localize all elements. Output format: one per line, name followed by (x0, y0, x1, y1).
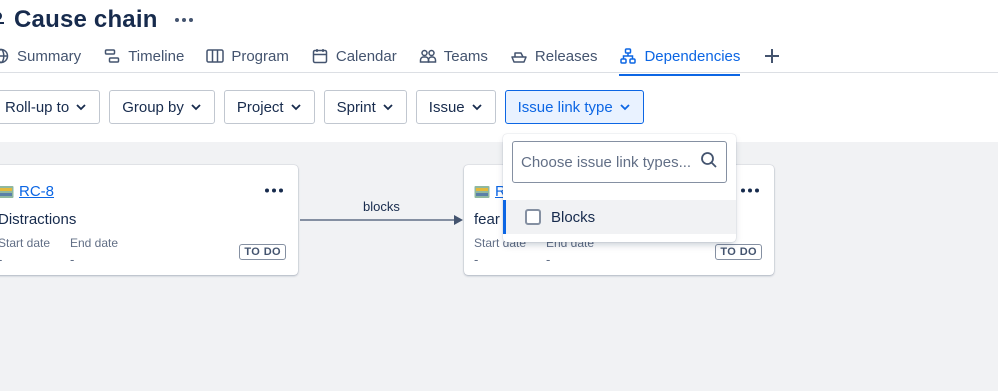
timeline-icon (103, 47, 121, 65)
chevron-down-icon (619, 101, 631, 113)
issue-key: RC-8 (0, 183, 54, 200)
issue-summary: Distractions (0, 211, 77, 228)
issue-key-link[interactable]: RC-8 (19, 183, 54, 200)
tab-program[interactable]: Program (206, 40, 289, 72)
chevron-down-icon (382, 101, 394, 113)
start-date-label: Start date (0, 236, 51, 250)
filter-label: Issue link type (517, 98, 613, 116)
tabs-divider (0, 72, 998, 73)
filter-label: Group by (122, 98, 184, 116)
chevron-down-icon (471, 101, 483, 113)
end-date-value: - (546, 252, 551, 267)
tab-label: Teams (443, 47, 488, 65)
page-title: Cause chain (14, 6, 158, 33)
tab-label: Program (231, 47, 289, 65)
start-date-value: - (0, 252, 50, 267)
add-tab-icon[interactable] (760, 44, 784, 68)
globe-icon (0, 47, 10, 65)
tab-dependencies[interactable]: Dependencies (619, 40, 741, 76)
filter-label: Project (236, 98, 284, 116)
more-actions-icon[interactable] (172, 8, 196, 32)
issue-link-search (512, 141, 727, 183)
issue-link-search-input[interactable] (521, 153, 700, 171)
status-badge: TO DO (239, 244, 286, 260)
option-label: Blocks (551, 208, 596, 226)
filter-bar: Roll-up to Group by Project Sprint Issue… (0, 90, 653, 124)
filter-label: Sprint (336, 98, 376, 116)
issue-type-icon (474, 184, 490, 200)
filter-label: Issue (428, 98, 465, 116)
end-date-label: End date (70, 236, 119, 250)
board-icon (206, 47, 225, 65)
tab-label: Calendar (335, 47, 397, 65)
project-tabs: Summary Timeline Program Calendar Teams … (0, 40, 784, 76)
search-icon (700, 151, 718, 174)
issue-summary: fear (474, 211, 500, 228)
people-icon (419, 47, 437, 65)
dependency-label: blocks (363, 199, 400, 214)
tab-calendar[interactable]: Calendar (311, 40, 397, 72)
option-blocks[interactable]: Blocks (503, 200, 736, 234)
issue-key: R (474, 183, 506, 200)
tab-label: Dependencies (644, 47, 741, 65)
chevron-down-icon (75, 101, 87, 113)
end-date: End date - (70, 236, 118, 267)
tab-label: Summary (17, 47, 82, 65)
project-header: Cause chain Summary Timeline Program Cal… (0, 0, 998, 142)
issue-link-type-dropdown: Blocks (503, 134, 736, 242)
tab-label: Timeline (128, 47, 185, 65)
tab-label: Releases (534, 47, 598, 65)
tab-releases[interactable]: Releases (510, 40, 598, 72)
chevron-down-icon (190, 101, 202, 113)
title-row: Cause chain (0, 4, 196, 36)
project-icon (0, 10, 12, 30)
ship-icon (510, 47, 528, 65)
filter-group-by[interactable]: Group by (109, 90, 215, 124)
checkbox[interactable] (525, 209, 541, 225)
filter-issue-link-type[interactable]: Issue link type (504, 90, 644, 124)
hierarchy-icon (619, 47, 637, 65)
chevron-down-icon (290, 101, 302, 113)
status-badge: TO DO (715, 244, 762, 260)
filter-sprint[interactable]: Sprint (323, 90, 407, 124)
filter-roll-up-to[interactable]: Roll-up to (0, 90, 101, 124)
card-more-icon[interactable] (738, 181, 762, 199)
tab-timeline[interactable]: Timeline (103, 40, 184, 72)
issue-type-icon (0, 184, 14, 200)
end-date-value: - (70, 252, 75, 267)
filter-label: Roll-up to (5, 98, 70, 116)
start-date: Start date - (0, 236, 50, 267)
start-date-value: - (474, 252, 479, 267)
tab-teams[interactable]: Teams (419, 40, 488, 72)
issue-card[interactable]: RC-8 Distractions Start date- End date- … (0, 165, 298, 275)
filter-project[interactable]: Project (223, 90, 315, 124)
tab-summary[interactable]: Summary (0, 40, 81, 72)
card-more-icon[interactable] (262, 181, 286, 199)
dependency-arrow (300, 215, 463, 225)
calendar-icon (311, 47, 329, 65)
filter-issue[interactable]: Issue (415, 90, 496, 124)
